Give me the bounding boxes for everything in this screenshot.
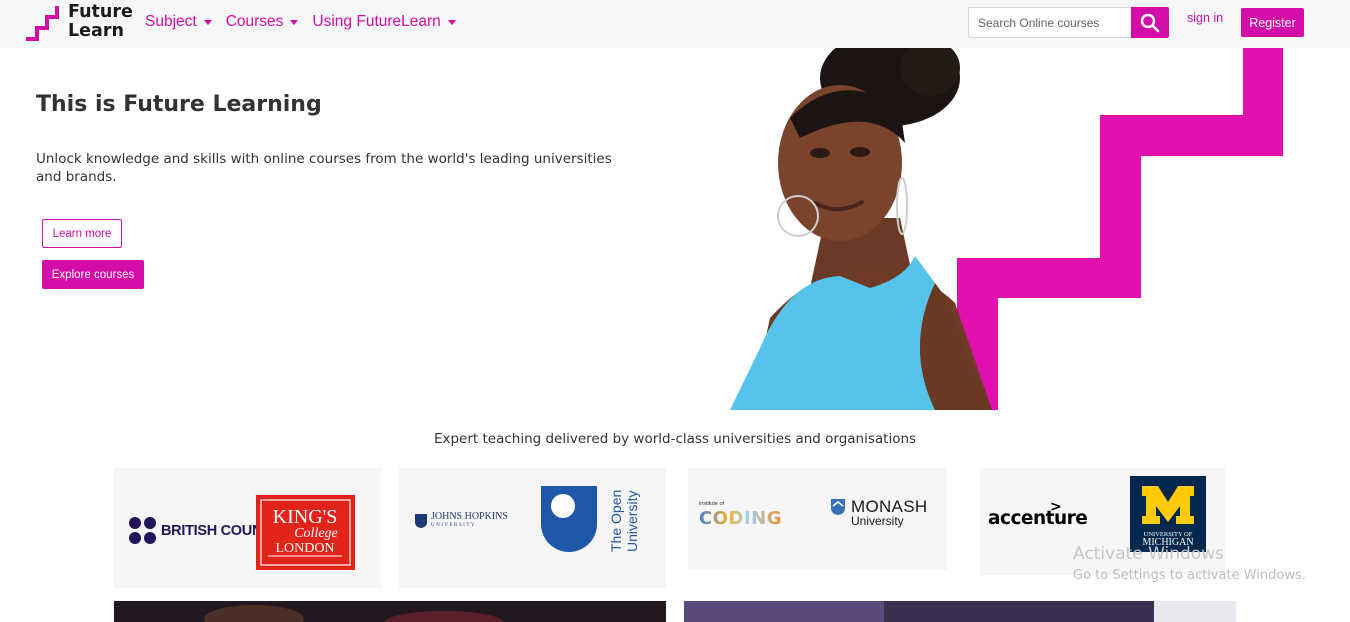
search-icon <box>1140 13 1160 32</box>
ioc-big-text: CODING <box>699 508 782 528</box>
university-of-michigan-logo[interactable]: UNIVERSITY OF MICHIGAN <box>1130 476 1206 552</box>
logo-line-2: Learn <box>68 21 124 41</box>
shield-icon <box>415 514 427 528</box>
open-university-emblem: The Open University <box>541 486 640 552</box>
accenture-logo[interactable]: > accenture <box>988 499 1088 529</box>
nav-using-label: Using FutureLearn <box>312 13 441 30</box>
hero-image <box>730 48 1283 410</box>
accenture-chevron-icon: > <box>1050 499 1062 515</box>
johns-hopkins-logo[interactable]: JOHNS HOPKINS UNIVERSITY <box>414 512 508 530</box>
register-button[interactable]: Register <box>1241 8 1304 37</box>
jh-sub: UNIVERSITY <box>431 523 476 528</box>
search-button[interactable] <box>1131 7 1169 38</box>
kings-college-london-logo[interactable]: KING'S College LONDON <box>256 495 355 570</box>
course-image-preview <box>684 601 1236 622</box>
nav-subject-label: Subject <box>145 13 197 30</box>
ou-line-2: University <box>624 491 640 552</box>
nav-courses-dropdown[interactable]: Courses <box>226 13 299 31</box>
partner-card: BRITISH COUNCIL KING'S College LONDON <box>114 468 381 588</box>
logo-line-1: Future <box>68 2 133 22</box>
learn-more-button[interactable]: Learn more <box>42 219 122 248</box>
kings-line-3: LONDON <box>275 541 334 556</box>
main-menu: Subject Courses Using FutureLearn <box>145 13 456 31</box>
search-input[interactable] <box>968 7 1132 38</box>
sign-in-link[interactable]: sign in <box>1187 11 1223 25</box>
kings-line-2: College <box>294 526 338 541</box>
monash-university-logo[interactable]: MONASH University <box>830 498 927 528</box>
explore-courses-button[interactable]: Explore courses <box>42 260 144 289</box>
partners-heading: Expert teaching delivered by world-class… <box>433 431 917 447</box>
hero-title: This is Future Learning <box>36 92 322 117</box>
windows-activation-watermark: Activate Windows Go to Settings to activ… <box>1073 544 1306 583</box>
course-card-image[interactable] <box>114 601 666 622</box>
nav-courses-label: Courses <box>225 13 284 30</box>
watermark-title: Activate Windows <box>1073 544 1224 564</box>
top-navbar: Future Learn Subject Courses Using Futur… <box>0 0 1350 48</box>
nav-subject-dropdown[interactable]: Subject <box>145 13 212 31</box>
british-council-dots-icon <box>129 517 156 544</box>
monash-sub: University <box>851 514 904 528</box>
hero-subtitle: Unlock knowledge and skills with online … <box>36 151 612 185</box>
kings-line-1: KING'S <box>273 506 338 528</box>
partner-card: institute of CODING MONASH University <box>688 468 947 570</box>
logo-text: Future Learn <box>68 3 133 41</box>
monash-shield-icon <box>831 499 845 515</box>
open-university-logo[interactable]: The Open University <box>539 484 649 560</box>
kings-college-emblem: KING'S College LONDON <box>260 499 351 566</box>
stairs-decoration <box>957 48 1283 410</box>
ioc-word: CODING <box>699 508 782 529</box>
partner-card: JOHNS HOPKINS UNIVERSITY The Open Univers… <box>399 468 666 588</box>
caret-down-icon <box>290 19 299 25</box>
nav-using-futurelearn-dropdown[interactable]: Using FutureLearn <box>312 13 456 31</box>
watermark-subtitle: Go to Settings to activate Windows. <box>1073 568 1306 583</box>
futurelearn-logo[interactable]: Future Learn <box>26 3 136 45</box>
caret-down-icon <box>203 19 212 25</box>
accenture-text: accenture <box>988 508 1088 529</box>
caret-down-icon <box>447 19 456 25</box>
ou-line-1: The Open <box>608 490 624 552</box>
student-portrait <box>730 48 992 410</box>
institute-of-coding-logo[interactable]: institute of CODING <box>699 501 803 533</box>
course-image-preview <box>114 601 666 622</box>
course-card-image[interactable] <box>684 601 1236 622</box>
stairs-logo-icon <box>26 6 59 41</box>
monash-name: MONASH <box>851 497 928 516</box>
